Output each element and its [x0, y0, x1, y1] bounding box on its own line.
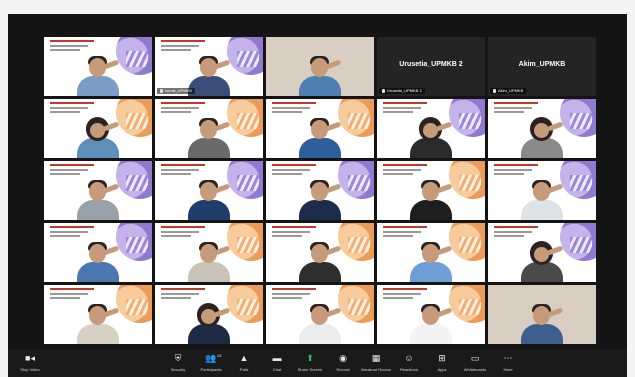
participant-tile[interactable]: [377, 223, 485, 282]
participant-video: [75, 114, 121, 158]
background-pattern: [237, 113, 259, 129]
participant-video: [408, 300, 454, 344]
participant-name-text: Urusetia_UPMKB 2: [387, 88, 422, 93]
participant-video: [75, 238, 121, 282]
background-pattern: [126, 175, 148, 191]
participant-tile[interactable]: [377, 161, 485, 220]
participant-video: [519, 300, 565, 344]
microphone-icon: [160, 89, 163, 93]
participant-tile[interactable]: [266, 223, 374, 282]
gallery-view: Ismail_UPMKB Urusetia_UPMKB 2 Urusetia_UPM…: [44, 37, 596, 344]
participant-tile[interactable]: [155, 285, 263, 344]
microphone-icon: [493, 89, 496, 93]
participant-video: [75, 176, 121, 220]
participant-tile[interactable]: [44, 37, 152, 96]
background-pattern: [459, 299, 481, 315]
participant-video: [408, 114, 454, 158]
participant-tile[interactable]: [44, 285, 152, 344]
participant-name-label: Akim_UPMKB: [490, 88, 527, 94]
participant-tile[interactable]: [488, 161, 596, 220]
participant-tile[interactable]: [377, 99, 485, 158]
participant-video: [75, 300, 121, 344]
participant-tile[interactable]: [488, 285, 596, 344]
background-pattern: [348, 299, 370, 315]
participant-video: [297, 52, 343, 96]
participant-display-name: Urusetia_UPMKB 2: [399, 61, 463, 68]
background-pattern: [459, 237, 481, 253]
participant-video: [186, 238, 232, 282]
background-pattern: [348, 175, 370, 191]
participant-video: [186, 114, 232, 158]
participant-name-label: Urusetia_UPMKB 2: [379, 88, 425, 94]
participant-video: [297, 300, 343, 344]
background-pattern: [237, 51, 259, 67]
stop-video-button[interactable]: ■◂ Stop Video: [10, 353, 50, 373]
participant-tile[interactable]: [44, 161, 152, 220]
participant-video: [519, 238, 565, 282]
background-pattern: [237, 237, 259, 253]
background-pattern: [126, 237, 148, 253]
participant-video: [297, 176, 343, 220]
background-pattern: [570, 113, 592, 129]
background-pattern: [126, 113, 148, 129]
participant-tile[interactable]: [377, 285, 485, 344]
participant-name-text: Akim_UPMKB: [498, 88, 524, 93]
participant-video: [297, 114, 343, 158]
participant-tile[interactable]: Urusetia_UPMKB 2 Urusetia_UPMKB 2: [377, 37, 485, 96]
microphone-icon: [382, 89, 385, 93]
background-pattern: [570, 175, 592, 191]
participant-count: 26: [217, 353, 222, 358]
background-pattern: [570, 237, 592, 253]
participant-video: [75, 52, 121, 96]
participant-tile[interactable]: [488, 99, 596, 158]
background-pattern: [237, 299, 259, 315]
participant-tile[interactable]: [266, 285, 374, 344]
participant-video: [297, 238, 343, 282]
video-camera-icon: ■◂: [25, 353, 35, 363]
participant-display-name: Akim_UPMKB: [518, 61, 566, 68]
participant-tile[interactable]: Akim_UPMKB Akim_UPMKB: [488, 37, 596, 96]
zoom-meeting-window: Ismail_UPMKB Urusetia_UPMKB 2 Urusetia_UPM…: [8, 14, 627, 377]
more-button[interactable]: ⋯ More: [488, 353, 528, 373]
participant-tile[interactable]: [266, 161, 374, 220]
participant-video: [408, 176, 454, 220]
participant-tile[interactable]: [44, 223, 152, 282]
background-pattern: [126, 51, 148, 67]
participant-video: [408, 238, 454, 282]
background-pattern: [237, 175, 259, 191]
participant-name-label: Ismail_UPMKB: [157, 88, 195, 94]
participant-tile[interactable]: [266, 99, 374, 158]
stop-video-label: Stop Video: [20, 367, 40, 372]
participant-tile[interactable]: [488, 223, 596, 282]
participant-tile[interactable]: [155, 99, 263, 158]
participant-video: [519, 114, 565, 158]
background-pattern: [348, 237, 370, 253]
more-icon: ⋯: [503, 353, 513, 363]
participant-tile[interactable]: [44, 99, 152, 158]
background-pattern: [126, 299, 148, 315]
participant-video: [519, 176, 565, 220]
participant-tile[interactable]: [155, 161, 263, 220]
meeting-toolbar: ■◂ Stop Video ⛨ Security 👥 26 Participants ▲ P…: [8, 349, 627, 377]
background-pattern: [459, 113, 481, 129]
participant-video: [186, 176, 232, 220]
background-pattern: [348, 113, 370, 129]
participant-tile[interactable]: Ismail_UPMKB: [155, 37, 263, 96]
participant-tile[interactable]: [266, 37, 374, 96]
participant-video: [186, 300, 232, 344]
participant-name-text: Ismail_UPMKB: [165, 88, 192, 93]
participant-tile[interactable]: [155, 223, 263, 282]
more-label: More: [503, 367, 513, 372]
background-pattern: [459, 175, 481, 191]
